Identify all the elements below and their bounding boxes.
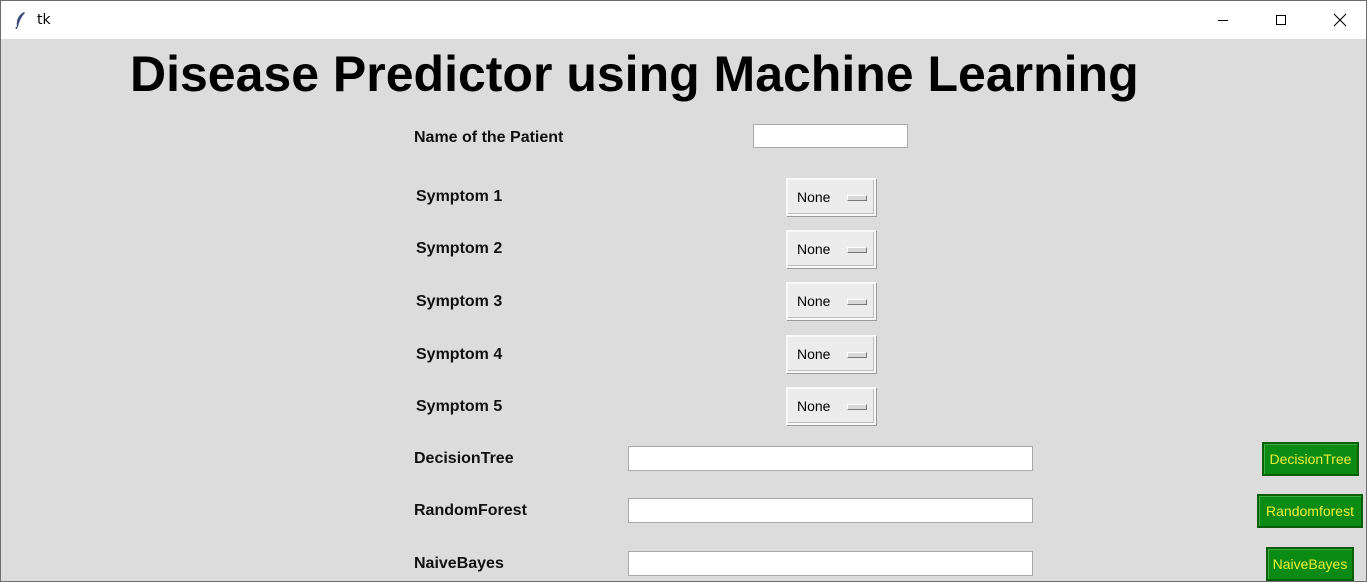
symptom-4-label: Symptom 4 [416, 346, 503, 363]
minimize-icon [1218, 20, 1228, 21]
dropdown-indicator-icon [847, 352, 867, 358]
symptom-5-dropdown[interactable]: None [786, 387, 876, 425]
dropdown-indicator-icon [847, 195, 867, 201]
naivebayes-result-field[interactable] [628, 551, 1033, 576]
symptom-3-dropdown[interactable]: None [786, 282, 876, 320]
symptom-5-value: None [797, 398, 831, 414]
dropdown-indicator-icon [847, 404, 867, 410]
title-bar: tk [1, 1, 1366, 39]
dropdown-indicator-icon [847, 247, 867, 253]
symptom-3-value: None [797, 293, 831, 309]
maximize-icon [1276, 15, 1286, 25]
symptom-4-value: None [797, 346, 831, 362]
randomforest-button[interactable]: Randomforest [1257, 494, 1363, 528]
window-title: tk [37, 12, 51, 28]
page-title: Disease Predictor using Machine Learning [130, 46, 1139, 102]
patient-name-input[interactable] [753, 124, 908, 148]
symptom-5-label: Symptom 5 [416, 398, 503, 415]
decisiontree-result-field[interactable] [628, 446, 1033, 471]
symptom-2-value: None [797, 241, 831, 257]
symptom-1-label: Symptom 1 [416, 188, 503, 205]
randomforest-label: RandomForest [414, 502, 527, 519]
symptom-1-dropdown[interactable]: None [786, 178, 876, 216]
maximize-button[interactable] [1258, 1, 1304, 39]
dropdown-indicator-icon [847, 299, 867, 305]
minimize-button[interactable] [1200, 1, 1246, 39]
close-button[interactable] [1317, 1, 1363, 39]
naivebayes-button[interactable]: NaiveBayes [1266, 547, 1354, 581]
symptom-2-label: Symptom 2 [416, 240, 503, 257]
symptom-3-label: Symptom 3 [416, 293, 503, 310]
decisiontree-label: DecisionTree [414, 450, 514, 467]
feather-icon [13, 11, 29, 30]
close-icon [1333, 13, 1347, 27]
randomforest-result-field[interactable] [628, 498, 1033, 523]
symptom-1-value: None [797, 189, 831, 205]
naivebayes-label: NaiveBayes [414, 555, 504, 572]
decisiontree-button[interactable]: DecisionTree [1262, 442, 1359, 476]
symptom-2-dropdown[interactable]: None [786, 230, 876, 268]
symptom-4-dropdown[interactable]: None [786, 335, 876, 373]
app-window: tk Disease Predictor using Machine Learn… [0, 0, 1367, 582]
patient-name-label: Name of the Patient [414, 129, 564, 146]
